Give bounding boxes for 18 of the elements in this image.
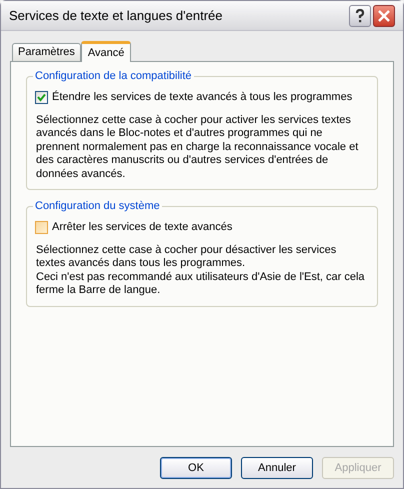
window-title: Services de texte et langues d'entrée — [9, 6, 224, 25]
checkbox-label[interactable]: Étendre les services de texte avancés à tous les programmes — [52, 89, 352, 106]
tab[interactable]: Paramètres — [12, 43, 81, 61]
dialog-button[interactable]: Annuler — [241, 457, 313, 479]
question-mark-icon — [355, 8, 365, 22]
close-button[interactable] — [373, 4, 395, 26]
group-title: Configuration de la compatibilité — [33, 69, 194, 83]
checkbox-label[interactable]: Arrêter les services de texte avancés — [52, 219, 232, 236]
description-text: Sélectionnez cette case à cocher pour désactiver les services textes avancés dans tous les programmes. — [36, 244, 338, 270]
checkbox[interactable] — [35, 220, 48, 234]
checkbox[interactable] — [35, 90, 48, 104]
group-title: Configuration du système — [33, 199, 162, 213]
tab[interactable]: Avancé — [80, 41, 132, 62]
description-text: Ceci n'est pas recommandé aux utilisateurs d'Asie de l'Est, car cela ferme la Barre de langue. — [36, 270, 365, 298]
dialog-button[interactable]: OK — [160, 457, 232, 479]
help-button[interactable] — [349, 4, 371, 26]
description-text: Sélectionnez cette case à cocher pour activer les services textes avancés dans le Bloc-notes et d'autres programmes qui ne prennent normalement pas en charge la reconnaissance vocale et des caractères manuscrits ou d'autres services d'entrées de données avancés. — [36, 114, 360, 181]
close-icon — [378, 10, 390, 22]
